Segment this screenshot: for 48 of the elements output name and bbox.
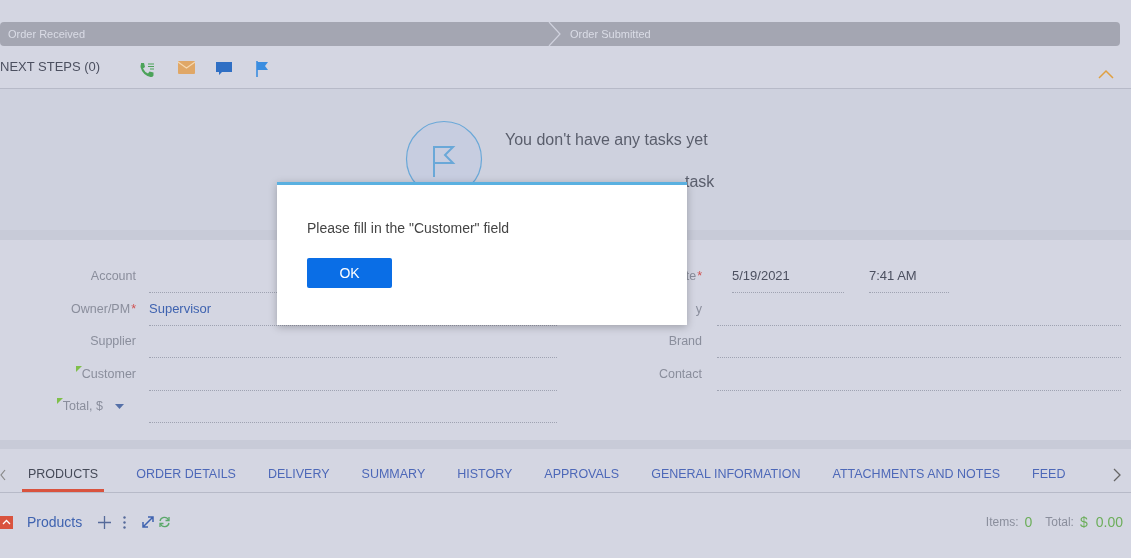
field-label: te [685,269,697,283]
next-steps-tab[interactable]: NEXT STEPS (0) [0,58,101,76]
add-icon[interactable] [98,515,112,529]
refresh-icon[interactable] [158,516,172,528]
field-label: Contact [658,366,702,381]
phone-call-icon[interactable] [138,61,157,79]
field-label: Account [90,269,136,283]
items-label: Items: [985,515,1019,529]
tab[interactable]: GENERAL INFORMATION [651,458,801,492]
field-label: Customer [81,366,136,381]
dialog-message: Please fill in the "Customer" field [307,220,511,236]
scroll-right-icon[interactable] [1113,468,1121,482]
tab[interactable]: ATTACHMENTS AND NOTES [832,458,1001,492]
field-label: Brand [668,334,702,348]
stage-separator-icon [548,22,562,46]
marker-icon [75,365,82,372]
currency-symbol: $ [1079,514,1088,530]
field-label: Owner/PM [71,301,131,316]
expand-icon[interactable] [142,516,155,528]
add-task-hint: task [685,173,715,191]
field-label: Supplier [90,334,136,348]
tab[interactable]: ORDER DETAILS [136,458,236,492]
field-label: Total, $ [62,399,103,413]
total-label: Total: [1045,515,1074,529]
items-count: 0 [1024,514,1033,530]
more-options-icon[interactable] [123,515,127,529]
total-amount: 0.00 [1095,514,1123,530]
ok-button[interactable]: OK [307,258,392,288]
tab[interactable]: FEED [1032,458,1066,492]
empty-tasks-message: You don't have any tasks yet [505,131,709,149]
tab[interactable]: PRODUCTS [22,458,105,492]
required-mark: * [131,301,136,316]
required-mark: * [697,269,702,283]
marker-icon [56,398,63,404]
chat-bubble-icon[interactable] [216,61,233,77]
collapse-icon[interactable] [0,515,13,529]
input-field[interactable]: 5/19/2021 [732,260,844,293]
flag-icon[interactable] [255,61,270,77]
tab[interactable]: APPROVALS [544,458,620,492]
tab[interactable]: HISTORY [457,458,513,492]
products-title[interactable]: Products [27,514,83,530]
tab[interactable]: SUMMARY [361,458,426,492]
input-field[interactable]: 7:41 AM [869,260,949,293]
envelope-icon[interactable] [178,61,196,74]
dropdown-caret-icon[interactable] [115,403,124,409]
tab[interactable]: DELIVERY [267,458,330,492]
field-label: y [695,301,702,316]
scroll-left-icon[interactable] [0,469,6,481]
